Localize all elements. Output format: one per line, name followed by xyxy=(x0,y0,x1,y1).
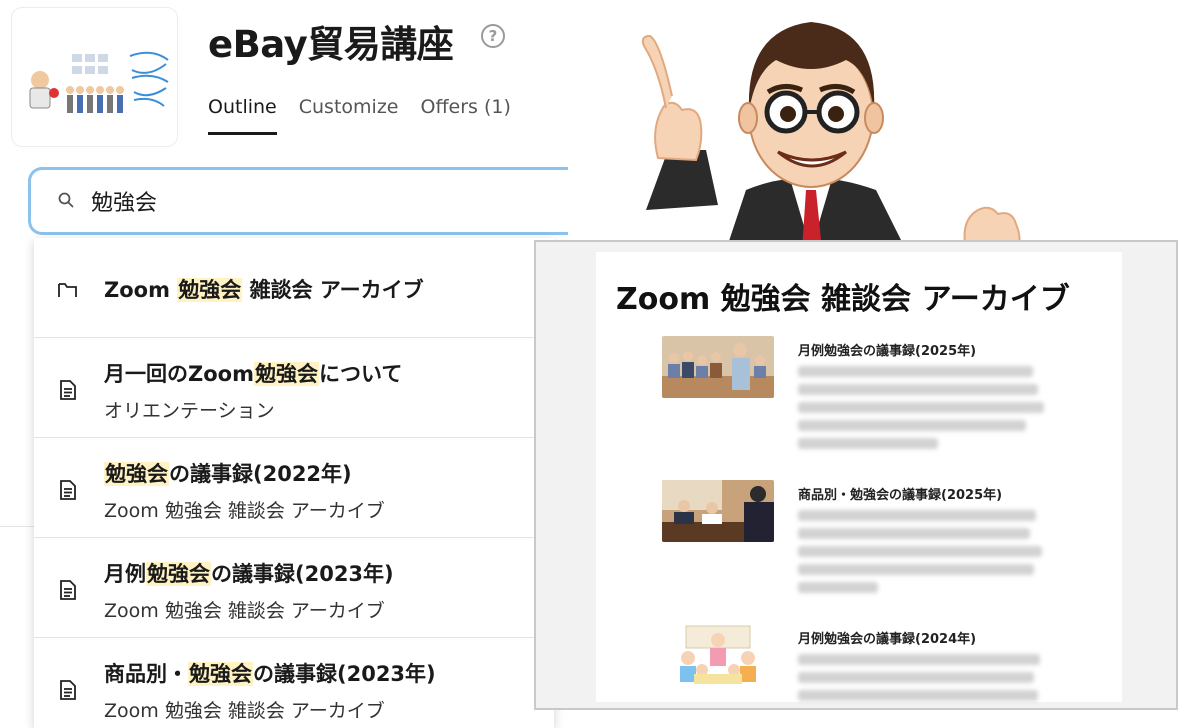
meeting-discussion-photo[interactable] xyxy=(662,480,774,542)
result-item-lesson[interactable]: 月一回のZoom勉強会について オリエンテーション xyxy=(34,338,554,438)
pointing-teacher-mascot xyxy=(641,22,1021,250)
question-circle-icon[interactable]: ? xyxy=(481,24,505,48)
preview-item-title[interactable]: 月例勉強会の議事録(2024年) xyxy=(798,628,976,647)
result-title-text: 月一回のZoom xyxy=(104,362,254,386)
result-title-highlight: 勉強会 xyxy=(146,562,211,586)
result-title-text: の議事録(2023年) xyxy=(211,562,394,586)
result-item-lesson[interactable]: 勉強会の議事録(2022年) Zoom 勉強会 雑談会 アーカイブ xyxy=(34,438,554,538)
course-thumbnail-illustration xyxy=(29,51,169,113)
preview-page: Zoom 勉強会 雑談会 アーカイブ 月例勉強会の議事録(2025年) 商品別・… xyxy=(596,252,1122,702)
result-title: 月一回のZoom勉強会について xyxy=(104,358,402,388)
result-title-text: の議事録(2022年) xyxy=(169,462,352,486)
cartoon-people-meeting[interactable] xyxy=(662,624,774,686)
folder-icon xyxy=(58,283,77,297)
course-thumbnail[interactable] xyxy=(12,8,177,146)
result-title: Zoom 勉強会 雑談会 アーカイブ xyxy=(104,274,424,304)
result-title: 勉強会の議事録(2022年) xyxy=(104,458,352,488)
preview-title: Zoom 勉強会 雑談会 アーカイブ xyxy=(616,282,1070,317)
search-input[interactable] xyxy=(91,182,551,220)
lesson-doc-icon xyxy=(60,380,76,400)
search-box[interactable] xyxy=(28,167,568,235)
preview-item-title[interactable]: 月例勉強会の議事録(2025年) xyxy=(798,340,976,359)
result-subtitle: オリエンテーション xyxy=(104,400,275,422)
result-title-text: の議事録(2023年) xyxy=(253,662,436,686)
result-title-text: Zoom xyxy=(104,278,178,302)
preview-item-title[interactable]: 商品別・勉強会の議事録(2025年) xyxy=(798,484,1002,503)
tab-customize[interactable]: Customize xyxy=(299,96,399,135)
result-title-text: 月例 xyxy=(104,562,146,586)
blurred-description xyxy=(798,366,1048,456)
result-item-lesson[interactable]: 商品別・勉強会の議事録(2023年) Zoom 勉強会 雑談会 アーカイブ xyxy=(34,638,554,728)
result-subtitle: Zoom 勉強会 雑談会 アーカイブ xyxy=(104,600,385,622)
result-title-text: 商品別・ xyxy=(104,662,188,686)
lesson-doc-icon xyxy=(60,580,76,600)
result-title-text: について xyxy=(318,362,403,386)
lesson-doc-icon xyxy=(60,680,76,700)
result-title: 月例勉強会の議事録(2023年) xyxy=(104,558,394,588)
tab-outline[interactable]: Outline xyxy=(208,96,277,135)
tab-offers[interactable]: Offers (1) xyxy=(420,96,510,135)
divider xyxy=(0,526,34,527)
result-title-text: 雑談会 アーカイブ xyxy=(242,278,424,302)
result-title-highlight: 勉強会 xyxy=(253,362,319,386)
result-title-highlight: 勉強会 xyxy=(177,278,243,302)
course-title: eBay貿易講座 xyxy=(208,23,454,66)
result-subtitle: Zoom 勉強会 雑談会 アーカイブ xyxy=(104,700,385,722)
result-item-lesson[interactable]: 月例勉強会の議事録(2023年) Zoom 勉強会 雑談会 アーカイブ xyxy=(34,538,554,638)
lesson-doc-icon xyxy=(60,480,76,500)
blurred-description xyxy=(798,510,1048,600)
result-title-highlight: 勉強会 xyxy=(188,662,253,686)
result-subtitle: Zoom 勉強会 雑談会 アーカイブ xyxy=(104,500,385,522)
search-icon xyxy=(58,192,74,208)
blurred-description xyxy=(798,654,1048,708)
result-title-highlight: 勉強会 xyxy=(104,462,169,486)
classroom-lecture-photo[interactable] xyxy=(662,336,774,398)
search-results-dropdown: Zoom 勉強会 雑談会 アーカイブ 月一回のZoom勉強会について オリエンテ… xyxy=(34,238,554,728)
result-item-folder[interactable]: Zoom 勉強会 雑談会 アーカイブ xyxy=(34,238,554,338)
preview-panel: Zoom 勉強会 雑談会 アーカイブ 月例勉強会の議事録(2025年) 商品別・… xyxy=(534,240,1178,710)
course-tabs: Outline Customize Offers (1) xyxy=(208,96,511,135)
result-title: 商品別・勉強会の議事録(2023年) xyxy=(104,658,436,688)
